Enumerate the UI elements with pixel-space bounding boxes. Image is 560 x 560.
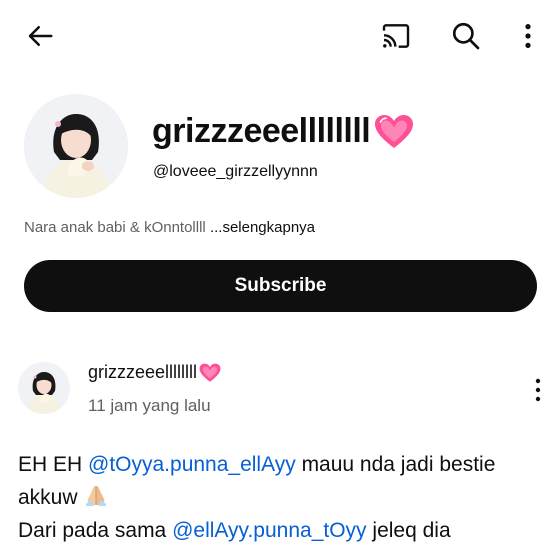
mention-link[interactable]: @tOyya.punna_ellAyy bbox=[88, 453, 296, 476]
search-button[interactable] bbox=[444, 14, 488, 58]
cast-icon bbox=[382, 24, 410, 48]
avatar-image bbox=[18, 362, 70, 414]
post-author-name[interactable]: grizzzeeellllllll bbox=[88, 362, 221, 383]
heart-emoji-icon bbox=[375, 114, 414, 148]
post-text-segment: jeleq dia bbox=[366, 519, 451, 542]
post-body: EH EH @tOyya.punna_ellAyy mauu nda jadi … bbox=[18, 448, 548, 547]
channel-handle: @loveee_girzzellyynnn bbox=[153, 163, 318, 180]
folded-hands-emoji-icon bbox=[86, 486, 107, 506]
see-more-link[interactable]: ...selengkapnya bbox=[210, 219, 315, 236]
more-vertical-icon bbox=[525, 24, 531, 48]
arrow-left-icon bbox=[28, 26, 53, 46]
post-text-segment: akkuw bbox=[18, 486, 84, 509]
post-author-avatar[interactable] bbox=[18, 362, 70, 414]
post-text-segment: mauu nda jadi bestie bbox=[295, 453, 496, 476]
post-line-1: EH EH @tOyya.punna_ellAyy mauu nda jadi … bbox=[18, 448, 548, 481]
more-vertical-icon bbox=[535, 378, 541, 402]
channel-description[interactable]: Nara anak babi & kOnntollll ...selengkap… bbox=[24, 219, 315, 236]
cast-button[interactable] bbox=[374, 14, 418, 58]
top-app-bar bbox=[0, 0, 560, 72]
post-author-text: grizzzeeellllllll bbox=[88, 362, 198, 382]
post-line-3: Dari pada sama @ellAyy.punna_tOyy jeleq … bbox=[18, 514, 548, 547]
channel-name-text: grizzzeeellllllll bbox=[152, 112, 371, 150]
post-text-segment: Dari pada sama bbox=[18, 519, 173, 542]
post-text-segment: EH EH bbox=[18, 453, 89, 476]
post-line-2: akkuw bbox=[18, 481, 548, 514]
mention-link[interactable]: @ellAyy.punna_tOyy bbox=[172, 519, 366, 542]
channel-name: grizzzeeellllllll bbox=[152, 112, 414, 151]
description-text: Nara anak babi & kOnntollll bbox=[24, 219, 206, 236]
more-options-button[interactable] bbox=[506, 14, 550, 58]
search-icon bbox=[452, 22, 480, 50]
back-button[interactable] bbox=[18, 14, 62, 58]
post-action-menu-button[interactable] bbox=[522, 372, 554, 408]
heart-emoji-icon bbox=[199, 363, 221, 382]
subscribe-button[interactable]: Subscribe bbox=[24, 260, 537, 312]
avatar-image bbox=[24, 94, 128, 198]
channel-avatar[interactable] bbox=[24, 94, 128, 198]
post-timestamp: 11 jam yang lalu bbox=[88, 396, 211, 415]
